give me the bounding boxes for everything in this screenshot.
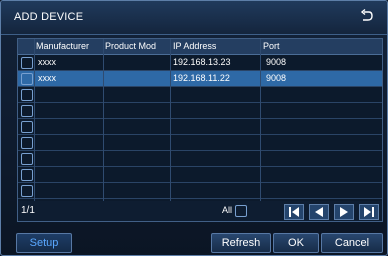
row-checkbox[interactable] (21, 105, 33, 117)
previous-page-icon (315, 207, 323, 217)
column-divider (103, 39, 104, 201)
dialog-title: ADD DEVICE (14, 11, 84, 23)
table-row[interactable] (18, 167, 382, 183)
column-header-port: Port (263, 41, 280, 51)
table-row[interactable] (18, 103, 382, 119)
next-page-icon (340, 207, 348, 217)
row-checkbox[interactable] (21, 57, 33, 69)
manufacturer-cell: xxxx (38, 57, 56, 67)
manufacturer-cell: xxxx (38, 73, 56, 83)
table-row[interactable] (18, 87, 382, 103)
row-checkbox[interactable] (21, 185, 33, 197)
column-header-ip-address: IP Address (173, 41, 217, 51)
column-divider (260, 39, 261, 201)
table-header: Manufacturer Product Mod IP Address Port (18, 39, 382, 55)
select-all-label: All (222, 205, 233, 215)
refresh-button[interactable]: Refresh (211, 233, 271, 253)
table-row[interactable] (18, 183, 382, 199)
last-page-button[interactable] (359, 204, 379, 220)
row-checkbox[interactable] (21, 153, 33, 165)
row-checkbox[interactable] (21, 137, 33, 149)
row-checkbox[interactable] (21, 121, 33, 133)
table-row[interactable]: xxxx 192.168.13.23 9008 (18, 55, 382, 71)
select-all-checkbox[interactable] (235, 205, 247, 217)
column-header-product-model: Product Mod (105, 41, 157, 51)
row-checkbox[interactable] (21, 73, 33, 85)
column-divider (34, 39, 35, 201)
port-cell: 9008 (266, 73, 287, 83)
setup-button[interactable]: Setup (16, 233, 72, 253)
row-checkbox[interactable] (21, 169, 33, 181)
return-arrow-icon[interactable] (359, 8, 375, 24)
last-page-icon (364, 207, 374, 217)
page-indicator: 1/1 (21, 205, 35, 216)
title-bar: ADD DEVICE (1, 1, 387, 35)
table-row[interactable] (18, 119, 382, 135)
device-table: Manufacturer Product Mod IP Address Port… (17, 38, 383, 202)
port-cell: 9008 (266, 57, 287, 67)
first-page-icon (289, 207, 299, 217)
table-row[interactable] (18, 151, 382, 167)
table-footer: 1/1 All (17, 201, 383, 222)
cancel-button[interactable]: Cancel (321, 233, 383, 253)
ip-address-cell: 192.168.11.22 (173, 73, 230, 83)
ip-address-cell: 192.168.13.23 (173, 57, 231, 67)
first-page-button[interactable] (284, 204, 304, 220)
previous-page-button[interactable] (309, 204, 329, 220)
ok-button[interactable]: OK (273, 233, 319, 253)
table-row[interactable] (18, 135, 382, 151)
table-row-selected[interactable]: xxxx 192.168.11.22 9008 (18, 71, 382, 87)
row-checkbox[interactable] (21, 89, 33, 101)
add-device-dialog: ADD DEVICE Manufacturer Product Mod IP A… (0, 0, 388, 256)
column-header-manufacturer: Manufacturer (36, 41, 90, 51)
column-divider (170, 39, 171, 201)
next-page-button[interactable] (334, 204, 354, 220)
